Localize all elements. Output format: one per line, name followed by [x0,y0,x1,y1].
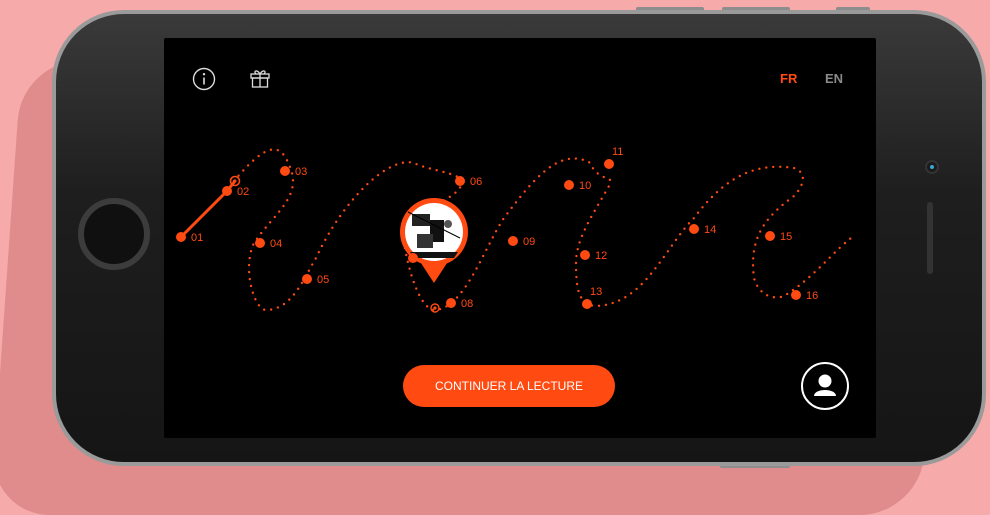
chapter-dot[interactable] [255,238,265,248]
chapter-dot[interactable] [508,236,518,246]
chapter-dot[interactable] [564,180,574,190]
continue-reading-button[interactable]: CONTINUER LA LECTURE [403,365,615,407]
user-icon [814,374,836,396]
chapter-node-14[interactable]: 14 [689,224,716,236]
chapter-node-04[interactable]: 04 [255,238,282,250]
chapter-node-10[interactable]: 10 [564,180,591,192]
chapter-node-05[interactable]: 05 [302,274,329,286]
chapter-label: 04 [270,238,282,250]
chapter-node-02[interactable]: 02 [222,186,249,198]
chapter-node-08[interactable]: 08 [446,298,473,310]
chapter-dot[interactable] [455,176,465,186]
chapter-dot[interactable] [302,274,312,284]
current-chapter-marker-dot [433,306,437,310]
chapter-label: 01 [191,232,203,244]
chapter-dot[interactable] [222,186,232,196]
chapter-node-03[interactable]: 03 [280,166,307,178]
chapter-label: 12 [595,250,607,262]
chapter-label: 06 [470,176,482,188]
chapter-node-15[interactable]: 15 [765,231,792,243]
chapter-dot[interactable] [604,159,614,169]
current-chapter-pin[interactable] [400,198,468,283]
chapter-map: 01 02 03 04 05 06 08 09 10 11 12 13 14 15 16 [176,146,856,313]
chapter-label: 16 [806,290,818,302]
chapter-dot[interactable] [689,224,699,234]
chapter-label: 03 [295,166,307,178]
chapter-dot[interactable] [280,166,290,176]
stage: FR EN 01 02 03 04 05 06 08 09 10 11 12 13 14 15 16 [0,0,990,515]
chapter-dot[interactable] [176,232,186,242]
chapter-label: 08 [461,298,473,310]
chapter-dot[interactable] [791,290,801,300]
chapter-label: 15 [780,231,792,243]
chapter-label: 11 [612,146,623,158]
chapter-dot[interactable] [582,299,592,309]
chapter-node-06[interactable]: 06 [455,176,482,188]
chapter-dot[interactable] [446,298,456,308]
chapter-label: 14 [704,224,716,236]
front-camera [925,160,939,174]
home-button [78,198,150,270]
app-screen: FR EN 01 02 03 04 05 06 08 09 10 11 12 13 14 15 16 [164,38,876,438]
chapter-label: 02 [237,186,249,198]
chapter-label: 05 [317,274,329,286]
chapter-label: 09 [523,236,535,248]
profile-button[interactable] [801,362,849,410]
chapter-node-16[interactable]: 16 [791,290,818,302]
chapter-label: 13 [590,286,602,298]
chapter-node-09[interactable]: 09 [508,236,535,248]
chapter-node-01[interactable]: 01 [176,232,203,244]
chapter-dot[interactable] [580,250,590,260]
earpiece-speaker [927,202,933,274]
chapter-node-11[interactable]: 11 [604,146,623,169]
chapter-dot[interactable] [765,231,775,241]
chapter-node-12[interactable]: 12 [580,250,607,262]
chapter-label: 10 [579,180,591,192]
